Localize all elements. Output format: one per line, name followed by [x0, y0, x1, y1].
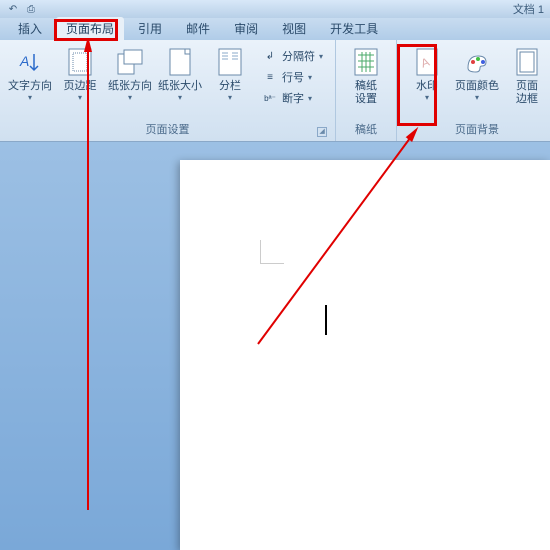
- group-page-background: A 水印 ▾ 页面颜色 ▾ 页面 边框 页面背景: [397, 40, 550, 141]
- margin-indicator: [260, 240, 284, 264]
- breaks-button[interactable]: ↲分隔符 ▾: [258, 46, 327, 66]
- group-label-manuscript: 稿纸: [342, 119, 390, 139]
- margins-icon: [64, 46, 96, 78]
- manuscript-icon: [350, 46, 382, 78]
- title-bar: ↶ ⎙ 文档 1: [0, 0, 550, 18]
- tab-view[interactable]: 视图: [272, 17, 316, 40]
- tab-page-layout[interactable]: 页面布局: [56, 17, 124, 40]
- tab-references[interactable]: 引用: [128, 17, 172, 40]
- page-color-button[interactable]: 页面颜色 ▾: [453, 44, 501, 104]
- line-numbers-button[interactable]: ≡行号 ▾: [258, 67, 327, 87]
- chevron-down-icon: ▾: [228, 93, 232, 102]
- undo-icon[interactable]: ↶: [6, 2, 20, 16]
- quick-print-icon[interactable]: ⎙: [24, 2, 38, 16]
- text-cursor: [325, 305, 327, 335]
- group-manuscript: 稿纸 设置 稿纸: [336, 40, 397, 141]
- line-numbers-icon: ≡: [262, 70, 278, 84]
- page-color-icon: [461, 46, 493, 78]
- hyphenation-button[interactable]: bª⁻断字 ▾: [258, 88, 327, 108]
- dialog-launcher-icon[interactable]: ◢: [317, 127, 327, 137]
- group-page-setup: A 文字方向 ▾ 页边距 ▾ 纸张方向 ▾: [0, 40, 336, 141]
- page-border-icon: [511, 46, 543, 78]
- group-label-page-setup: 页面设置◢: [6, 119, 329, 139]
- ribbon-tabs: 插入 页面布局 引用 邮件 审阅 视图 开发工具: [0, 18, 550, 40]
- hyphenation-icon: bª⁻: [262, 91, 278, 105]
- chevron-down-icon: ▾: [28, 93, 32, 102]
- chevron-down-icon: ▾: [475, 93, 479, 102]
- orientation-button[interactable]: 纸张方向 ▾: [106, 44, 154, 104]
- chevron-down-icon: ▾: [425, 93, 429, 102]
- text-direction-icon: A: [14, 46, 46, 78]
- chevron-down-icon: ▾: [178, 93, 182, 102]
- page-border-button[interactable]: 页面 边框: [503, 44, 550, 108]
- chevron-down-icon: ▾: [128, 93, 132, 102]
- tab-developer[interactable]: 开发工具: [320, 17, 388, 40]
- size-icon: [164, 46, 196, 78]
- group-label-page-background: 页面背景: [403, 119, 550, 139]
- ribbon: A 文字方向 ▾ 页边距 ▾ 纸张方向 ▾: [0, 40, 550, 142]
- tab-mailings[interactable]: 邮件: [176, 17, 220, 40]
- manuscript-settings-button[interactable]: 稿纸 设置: [342, 44, 390, 108]
- breaks-icon: ↲: [262, 49, 278, 63]
- tab-review[interactable]: 审阅: [224, 17, 268, 40]
- columns-icon: [214, 46, 246, 78]
- text-direction-button[interactable]: A 文字方向 ▾: [6, 44, 54, 104]
- document-title: 文档 1: [513, 1, 544, 17]
- size-button[interactable]: 纸张大小 ▾: [156, 44, 204, 104]
- orientation-icon: [114, 46, 146, 78]
- watermark-button[interactable]: A 水印 ▾: [403, 44, 451, 104]
- tab-insert[interactable]: 插入: [8, 17, 52, 40]
- document-page[interactable]: [180, 160, 550, 550]
- watermark-icon: A: [411, 46, 443, 78]
- svg-text:A: A: [19, 53, 29, 69]
- margins-button[interactable]: 页边距 ▾: [56, 44, 104, 104]
- chevron-down-icon: ▾: [78, 93, 82, 102]
- columns-button[interactable]: 分栏 ▾: [206, 44, 254, 104]
